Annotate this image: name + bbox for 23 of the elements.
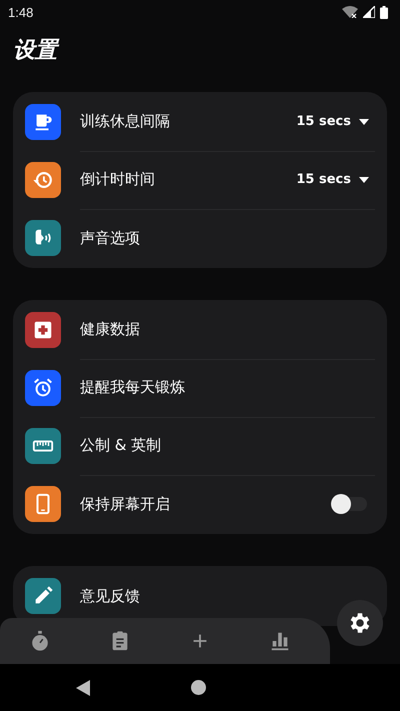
wifi-off-icon	[342, 6, 358, 18]
setting-label: 保持屏幕开启	[80, 494, 170, 514]
home-icon[interactable]	[191, 680, 206, 695]
setting-label: 训练休息间隔	[80, 112, 170, 131]
duration-dropdown[interactable]: 15 secs	[296, 114, 369, 129]
toggle-switch[interactable]	[331, 494, 367, 514]
caret-icon	[359, 118, 369, 124]
setting-label: 健康数据	[80, 320, 140, 339]
setting-label: 公制 & 英制	[80, 436, 162, 455]
setting-label: 意见反馈	[80, 586, 140, 606]
page-title: 设置	[13, 36, 387, 66]
caret-icon	[359, 176, 369, 182]
stopwatch-icon[interactable]	[29, 630, 51, 652]
setting-label: 声音选项	[80, 228, 140, 248]
setting-label: 倒计时时间	[80, 170, 155, 189]
bar-chart-icon[interactable]	[269, 630, 291, 652]
signal-icon	[363, 6, 375, 18]
setting-label: 提醒我每天锻炼	[80, 378, 185, 397]
back-icon[interactable]	[76, 680, 90, 696]
duration-dropdown[interactable]: 15 secs	[296, 172, 369, 187]
settings-fab[interactable]	[337, 600, 383, 646]
battery-icon	[380, 6, 388, 18]
status-time: 1:48	[8, 4, 34, 20]
